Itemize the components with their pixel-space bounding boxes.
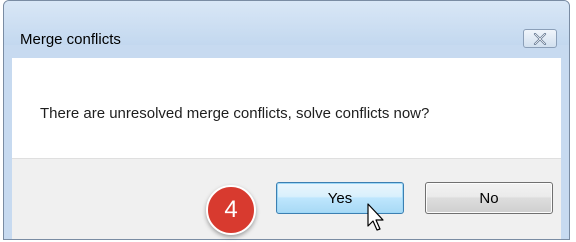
dialog-titlebar: Merge conflicts	[4, 1, 569, 48]
close-icon	[533, 32, 547, 45]
dialog-message: There are unresolved merge conflicts, so…	[40, 105, 430, 122]
merge-conflicts-dialog: Merge conflicts There are unresolved mer…	[3, 0, 570, 240]
dialog-content: There are unresolved merge conflicts, so…	[12, 58, 561, 158]
step-number-badge: 4	[206, 185, 256, 235]
pointer-cursor-icon	[367, 203, 384, 231]
dialog-title: Merge conflicts	[20, 31, 121, 48]
close-button[interactable]	[523, 29, 557, 48]
no-button[interactable]: No	[425, 182, 553, 214]
dialog-button-bar: Yes No	[12, 158, 561, 239]
